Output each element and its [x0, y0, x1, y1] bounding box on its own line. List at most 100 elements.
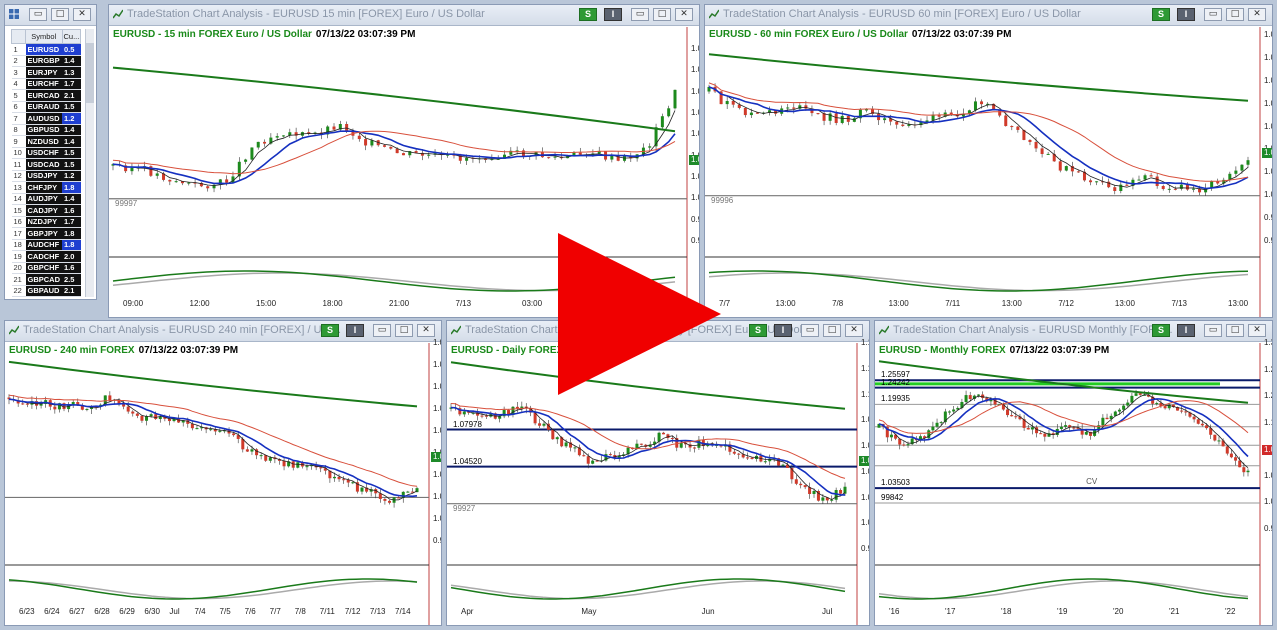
symbol-cell[interactable]: NZDUSD: [25, 135, 63, 148]
symbol-cell[interactable]: USDJPY: [25, 170, 63, 182]
watchlist-row[interactable]: 6 EURAUD 1.5: [11, 101, 81, 113]
close-button[interactable]: ✕: [1248, 324, 1266, 337]
symbol-cell[interactable]: EURJPY: [25, 66, 63, 79]
chart-titlebar[interactable]: TradeStation Chart Analysis - EURUSD 60 …: [705, 5, 1272, 26]
minimize-button[interactable]: ▭: [29, 8, 47, 21]
close-button[interactable]: ✕: [845, 324, 863, 337]
maximize-button[interactable]: □: [1226, 8, 1244, 21]
chart-canvas[interactable]: [875, 321, 1273, 626]
x-tick-label: '22: [1225, 607, 1236, 616]
watchlist-row[interactable]: 22 GBPAUD 2.1: [11, 285, 81, 297]
symbol-cell[interactable]: AUDJPY: [25, 193, 63, 205]
maximize-button[interactable]: □: [395, 324, 413, 337]
symbol-cell[interactable]: CADJPY: [25, 204, 63, 217]
last-price-marker: 1.0083: [1262, 445, 1272, 456]
symbol-cell[interactable]: EURUSD: [25, 43, 63, 56]
watchlist-row[interactable]: 1 EURUSD 0.5: [11, 43, 81, 56]
watchlist-row[interactable]: 20 GBPCHF 1.6: [11, 262, 81, 274]
strategy-button[interactable]: S: [321, 324, 339, 337]
x-tick-label: May: [581, 607, 597, 616]
candle-body: [660, 116, 664, 128]
watchlist-row[interactable]: 10 USDCHF 1.5: [11, 147, 81, 159]
watchlist-row[interactable]: 16 NZDJPY 1.7: [11, 216, 81, 228]
close-button[interactable]: ✕: [1248, 8, 1266, 21]
watchlist-row[interactable]: 2 EURGBP 1.4: [11, 55, 81, 67]
maximize-button[interactable]: □: [1226, 324, 1244, 337]
x-tick-label: 6/30: [144, 607, 160, 616]
watchlist-row[interactable]: 14 AUDJPY 1.4: [11, 193, 81, 205]
candle-body: [465, 157, 469, 161]
watchlist-row[interactable]: 9 NZDUSD 1.4: [11, 135, 81, 148]
chart-titlebar[interactable]: TradeStation Chart Analysis - EURUSD Mon…: [875, 321, 1272, 342]
symbol-cell[interactable]: EURCHF: [25, 78, 63, 90]
watchlist-row[interactable]: 15 CADJPY 1.6: [11, 204, 81, 217]
strategy-button[interactable]: S: [579, 8, 597, 21]
y-tick-label: 1.0700: [433, 360, 441, 369]
watchlist-row[interactable]: 18 AUDCHF 1.8: [11, 239, 81, 251]
minimize-button[interactable]: ▭: [373, 324, 391, 337]
symbol-cell[interactable]: USDCAD: [25, 158, 63, 171]
close-button[interactable]: ✕: [73, 8, 91, 21]
symbol-cell[interactable]: GBPUSD: [25, 124, 63, 136]
watchlist-row[interactable]: 12 USDJPY 1.2: [11, 170, 81, 182]
candle-body: [332, 476, 336, 479]
symbol-cell[interactable]: GBPCHF: [25, 262, 63, 274]
watchlist-row[interactable]: 8 GBPUSD 1.4: [11, 124, 81, 136]
x-tick-label: 13:00: [1114, 299, 1135, 308]
maximize-button[interactable]: □: [823, 324, 841, 337]
minimize-button[interactable]: ▭: [631, 8, 649, 21]
watchlist-scrollbar[interactable]: [85, 29, 94, 297]
col-header-symbol[interactable]: Symbol: [25, 29, 63, 44]
symbol-cell[interactable]: GBPJPY: [25, 227, 63, 240]
symbol-cell[interactable]: AUDUSD: [25, 112, 63, 125]
x-tick-label: Jun: [701, 607, 715, 616]
candle-body: [225, 179, 229, 183]
watchlist-row[interactable]: 5 EURCAD 2.1: [11, 89, 81, 102]
strategy-button[interactable]: S: [1152, 8, 1170, 21]
watchlist-row[interactable]: 3 EURJPY 1.3: [11, 66, 81, 79]
maximize-button[interactable]: □: [653, 8, 671, 21]
indicator-button[interactable]: I: [1177, 8, 1195, 21]
chart-titlebar[interactable]: TradeStation Chart Analysis - EURUSD 15 …: [109, 5, 699, 26]
watchlist-row[interactable]: 17 GBPJPY 1.8: [11, 227, 81, 240]
strategy-button[interactable]: S: [1152, 324, 1170, 337]
symbol-cell[interactable]: EURCAD: [25, 89, 63, 102]
symbol-cell[interactable]: GBPAUD: [25, 285, 63, 297]
indicator-button[interactable]: I: [346, 324, 364, 337]
minimize-button[interactable]: ▭: [1204, 324, 1222, 337]
symbol-cell[interactable]: CADCHF: [25, 250, 63, 263]
play-button[interactable]: [558, 233, 721, 395]
chart-titlebar[interactable]: TradeStation Chart Analysis - EURUSD 240…: [5, 321, 441, 342]
watchlist-row[interactable]: 21 GBPCAD 2.5: [11, 273, 81, 286]
col-header-num[interactable]: [11, 29, 26, 44]
symbol-cell[interactable]: NZDJPY: [25, 216, 63, 228]
scroll-thumb[interactable]: [86, 43, 94, 103]
maximize-button[interactable]: □: [51, 8, 69, 21]
indicator-button[interactable]: I: [774, 324, 792, 337]
symbol-cell[interactable]: AUDCHF: [25, 239, 63, 251]
watchlist-row[interactable]: 13 CHFJPY 1.8: [11, 181, 81, 194]
symbol-cell[interactable]: CHFJPY: [25, 181, 63, 194]
watchlist-row[interactable]: 7 AUDUSD 1.2: [11, 112, 81, 125]
symbol-cell[interactable]: USDCHF: [25, 147, 63, 159]
indicator-button[interactable]: I: [1177, 324, 1195, 337]
symbol-cell[interactable]: GBPCAD: [25, 273, 63, 286]
minimize-button[interactable]: ▭: [801, 324, 819, 337]
chart-canvas[interactable]: [5, 321, 442, 626]
close-button[interactable]: ✕: [675, 8, 693, 21]
symbol-cell[interactable]: EURGBP: [25, 55, 63, 67]
watchlist-row[interactable]: 4 EURCHF 1.7: [11, 78, 81, 90]
strategy-button[interactable]: S: [749, 324, 767, 337]
candle-body: [1246, 470, 1250, 473]
minimize-button[interactable]: ▭: [1204, 8, 1222, 21]
symbol-cell[interactable]: EURAUD: [25, 101, 63, 113]
watchlist-row[interactable]: 19 CADCHF 2.0: [11, 250, 81, 263]
x-tick-label: '21: [1169, 607, 1180, 616]
y-tick-label: 1.0000: [1264, 497, 1272, 507]
watchlist-row[interactable]: 11 USDCAD 1.5: [11, 158, 81, 171]
col-header-current[interactable]: Cu...: [61, 29, 82, 44]
close-button[interactable]: ✕: [417, 324, 435, 337]
chart-canvas[interactable]: [705, 5, 1273, 318]
watchlist-titlebar[interactable]: ▭ □ ✕: [5, 5, 96, 26]
indicator-button[interactable]: I: [604, 8, 622, 21]
